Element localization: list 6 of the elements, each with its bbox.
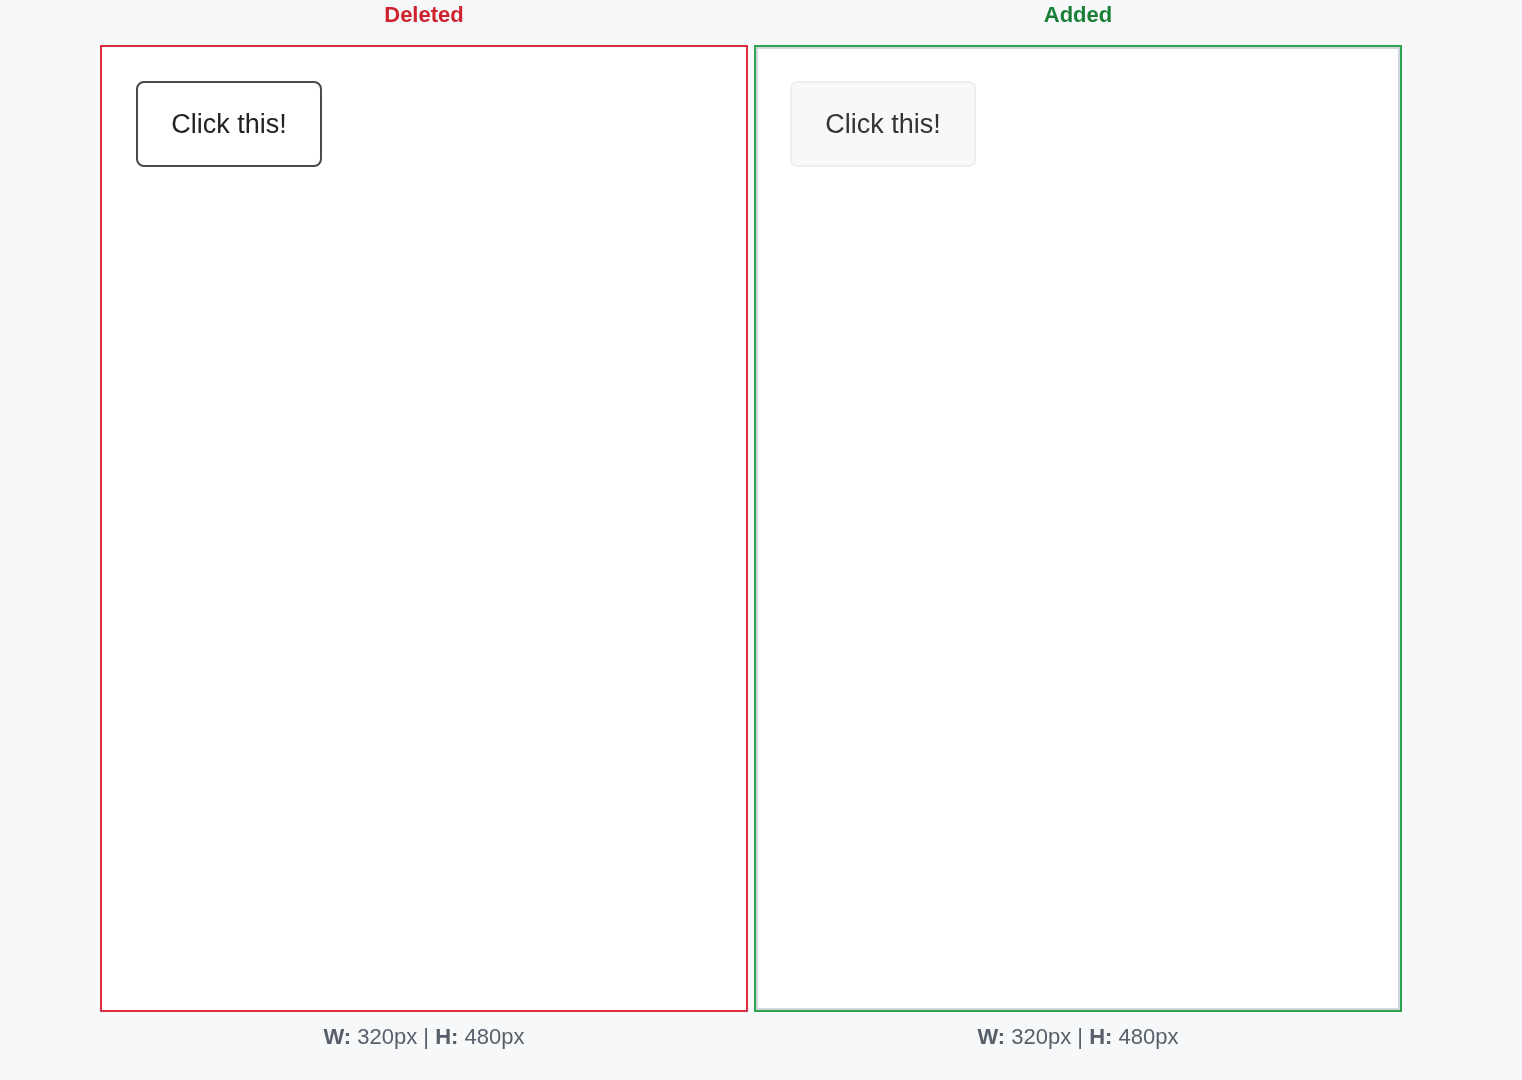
click-button[interactable]: Click this!: [790, 81, 976, 167]
click-button[interactable]: Click this!: [136, 81, 322, 167]
panel-heading: Deleted: [384, 1, 464, 29]
panel-heading: Added: [1043, 1, 1113, 29]
size-caption: W: 320px | H: 480px: [323, 1024, 525, 1050]
size-caption: W: 320px | H: 480px: [977, 1024, 1179, 1050]
